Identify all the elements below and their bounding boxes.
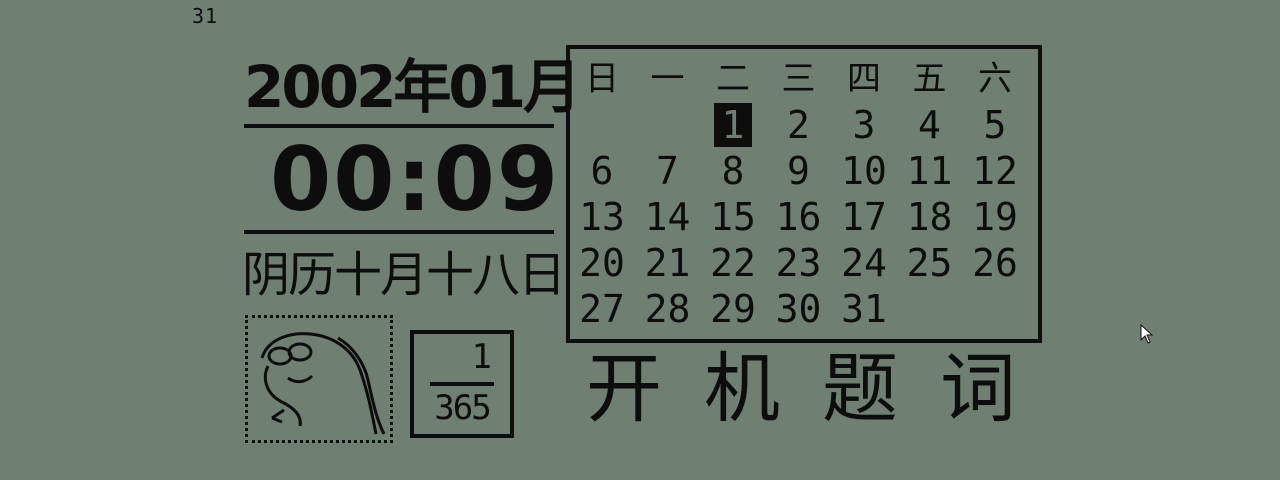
calendar-day[interactable]: 16 (769, 195, 829, 239)
calendar-day[interactable]: 25 (900, 241, 960, 285)
weekday-header: 五 (912, 59, 947, 99)
calendar-day[interactable]: 30 (769, 287, 829, 331)
calendar-day[interactable]: 28 (638, 287, 698, 331)
corner-number: 31 (192, 4, 219, 28)
calendar-day-today[interactable]: 1 (714, 103, 752, 147)
calendar-day[interactable]: 15 (703, 195, 763, 239)
calendar-day[interactable]: 6 (572, 149, 632, 193)
calendar-day[interactable]: 17 (834, 195, 894, 239)
calendar-day[interactable]: 26 (965, 241, 1025, 285)
calendar-day[interactable]: 27 (572, 287, 632, 331)
fraction-bar (430, 382, 494, 386)
mouse-cursor-icon (1140, 323, 1154, 344)
calendar-day[interactable]: 18 (900, 195, 960, 239)
calendar-day[interactable]: 10 (834, 149, 894, 193)
weekday-header: 一 (650, 59, 685, 99)
weekday-header: 二 (716, 59, 750, 99)
calendar-day[interactable]: 2 (769, 103, 829, 147)
calendar-day[interactable]: 12 (965, 149, 1025, 193)
weekday-header: 三 (781, 59, 816, 99)
startup-greeting: 开机题词 (586, 344, 1058, 433)
calendar-day[interactable]: 20 (572, 241, 632, 285)
year-month-header: 2002年01月 (244, 53, 581, 121)
calendar-day[interactable]: 7 (638, 149, 698, 193)
calendar-day[interactable]: 3 (834, 103, 894, 147)
calendar-day[interactable]: 8 (703, 149, 763, 193)
calendar-day[interactable]: 29 (703, 287, 763, 331)
calendar-day[interactable]: 11 (900, 149, 960, 193)
calendar-day[interactable]: 5 (965, 103, 1025, 147)
weekday-header: 日 (585, 59, 619, 99)
calendar-day[interactable]: 4 (900, 103, 960, 147)
divider (244, 230, 554, 234)
calendar-day[interactable]: 9 (769, 149, 829, 193)
calendar-day[interactable]: 31 (834, 287, 894, 331)
calendar-day[interactable]: 19 (965, 195, 1025, 239)
days-in-year: 365 (434, 388, 491, 428)
day-of-year-counter: 1 365 (410, 330, 514, 438)
snake-icon (245, 315, 393, 443)
calendar-day[interactable]: 23 (769, 241, 829, 285)
day-of-year-number: 1 (471, 337, 492, 377)
weekday-header: 四 (847, 59, 881, 99)
calendar-day[interactable]: 21 (638, 241, 698, 285)
clock-time: 00:09 (270, 128, 561, 231)
calendar-day[interactable]: 22 (703, 241, 763, 285)
calendar-day[interactable]: 24 (834, 241, 894, 285)
calendar-day[interactable]: 14 (638, 195, 698, 239)
lunar-date: 阴历十月十八日 (242, 247, 566, 303)
calendar-grid: 日一二三四五六 1 2 3 4 5 6 7 8 9 10 11 12 13 14 15 16 17 18 19 20 21… (566, 45, 1042, 343)
calendar-day[interactable]: 13 (572, 195, 632, 239)
weekday-header: 六 (978, 59, 1012, 99)
